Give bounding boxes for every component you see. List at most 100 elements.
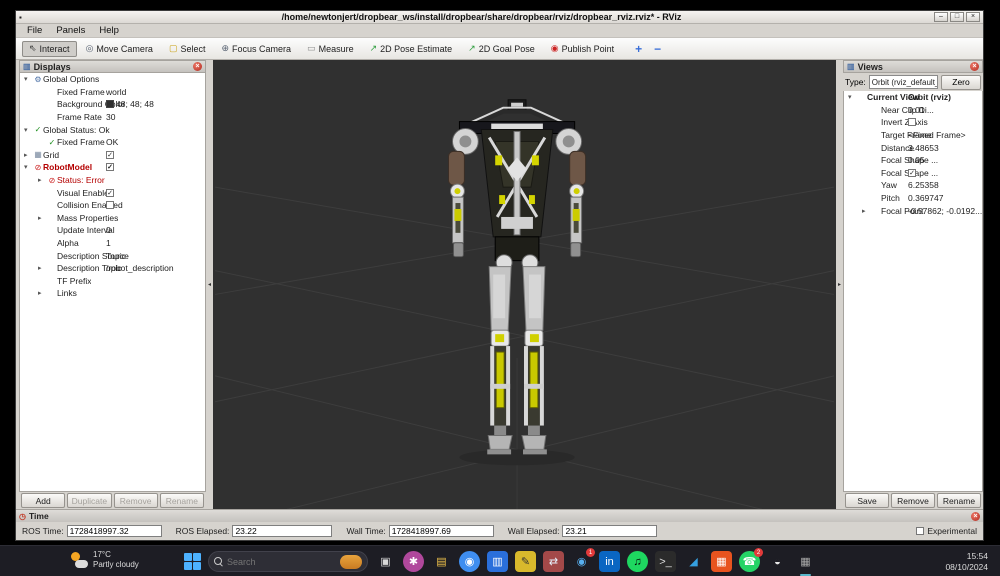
terminal-icon[interactable]: >_	[655, 551, 676, 572]
tree-row[interactable]: Update Interval 0	[20, 224, 205, 237]
experimental-checkbox[interactable]	[916, 527, 924, 535]
tree-row[interactable]: Background Color 48; 48; 48	[20, 98, 205, 111]
search-input[interactable]	[227, 557, 313, 567]
tree-row[interactable]: Distance 3.48653	[844, 141, 982, 154]
maximize-button[interactable]: □	[950, 12, 964, 22]
tree-row[interactable]: ▾ Current View Orbit (rviz)	[844, 91, 982, 104]
toolbar-button[interactable]: ↗ 2D Goal Pose	[461, 41, 542, 57]
panel-button[interactable]: Remove	[114, 493, 158, 508]
property-value[interactable]: 0.369747	[908, 193, 943, 203]
panel-button[interactable]: Save	[845, 493, 889, 508]
tree-row[interactable]: Collision Enabled	[20, 199, 205, 212]
experimental-toggle[interactable]: Experimental	[916, 526, 977, 536]
add-tool-button[interactable]: +	[635, 43, 642, 55]
time-panel-header[interactable]: ◷ Time ×	[16, 510, 983, 522]
property-value[interactable]: 1	[106, 238, 111, 248]
time-field-input[interactable]	[389, 525, 494, 537]
time-field-input[interactable]	[232, 525, 332, 537]
taskbar-clock[interactable]: 15:54 08/10/2024	[945, 551, 988, 572]
panel-button[interactable]: Add	[21, 493, 65, 508]
toolbar-button[interactable]: ▢ Select	[162, 41, 213, 57]
time-field-input[interactable]	[562, 525, 657, 537]
tree-row[interactable]: TF Prefix	[20, 275, 205, 288]
file-explorer-icon[interactable]: ▤	[431, 551, 452, 572]
tree-row[interactable]: Fixed Frame world	[20, 86, 205, 99]
linux-penguin-icon[interactable]: ◒	[767, 551, 788, 572]
expander-icon[interactable]: ▸	[862, 207, 871, 215]
right-splitter[interactable]: ▸	[836, 60, 843, 509]
tree-row[interactable]: ▸ Mass Properties	[20, 212, 205, 225]
property-value[interactable]: world	[106, 87, 126, 97]
property-checkbox[interactable]	[908, 118, 916, 126]
toolbar-button[interactable]: ⊕ Focus Camera	[214, 41, 298, 57]
toolbar-button[interactable]: ◎ Move Camera	[79, 41, 160, 57]
property-value[interactable]: 3.48653	[908, 143, 939, 153]
edge-profile-icon[interactable]: ◉ 1	[571, 551, 592, 572]
tree-row[interactable]: Yaw 6.25358	[844, 179, 982, 192]
collapse-right-icon[interactable]: ▸	[838, 281, 841, 288]
tree-row[interactable]: ▸ Focal Point -0.57862; -0.0192...	[844, 204, 982, 217]
search-highlight-icon[interactable]	[340, 555, 362, 569]
property-value[interactable]: 0	[106, 225, 111, 235]
displays-close-icon[interactable]: ×	[193, 62, 202, 71]
displays-panel-header[interactable]: ▥ Displays ×	[19, 60, 206, 73]
notes-app-icon[interactable]: ✎	[515, 551, 536, 572]
expander-icon[interactable]: ▾	[24, 75, 33, 83]
property-value[interactable]: 6.25358	[908, 180, 939, 190]
tree-row[interactable]: Frame Rate 30	[20, 111, 205, 124]
views-panel-header[interactable]: ▥ Views ×	[843, 60, 983, 73]
collapse-left-icon[interactable]: ◂	[208, 281, 211, 288]
tree-row[interactable]: ▸ Links	[20, 287, 205, 300]
property-checkbox[interactable]: ✓	[106, 189, 114, 197]
expander-icon[interactable]: ▸	[38, 264, 47, 272]
tree-row[interactable]: Focal Shape ... 0.05	[844, 154, 982, 167]
tree-row[interactable]: ▾ ⊘ RobotModel ✓	[20, 161, 205, 174]
toolbar-button[interactable]: ↗ 2D Pose Estimate	[363, 41, 460, 57]
property-value[interactable]: 0.05	[908, 155, 925, 165]
expander-icon[interactable]: ▾	[848, 93, 857, 101]
view-type-dropdown[interactable]: Orbit (rviz_default_ ▼	[869, 75, 938, 89]
tree-row[interactable]: Focal Shape ... ✓	[844, 167, 982, 180]
property-checkbox[interactable]	[106, 201, 114, 209]
browser-icon[interactable]: ◉	[459, 551, 480, 572]
property-value[interactable]: Orbit (rviz)	[908, 92, 951, 102]
tree-row[interactable]: Pitch 0.369747	[844, 192, 982, 205]
toolbar-button[interactable]: ⇖ Interact	[22, 41, 77, 57]
time-field-input[interactable]	[67, 525, 162, 537]
property-value[interactable]: 48; 48; 48	[116, 99, 154, 109]
views-close-icon[interactable]: ×	[970, 62, 979, 71]
tree-row[interactable]: Invert Z Axis	[844, 116, 982, 129]
spotify-icon[interactable]: ♫	[627, 551, 648, 572]
minimize-button[interactable]: –	[934, 12, 948, 22]
expander-icon[interactable]: ▸	[38, 176, 47, 184]
panel-button[interactable]: Rename	[160, 493, 204, 508]
property-checkbox[interactable]: ✓	[106, 163, 114, 171]
menu-item[interactable]: Panels	[49, 25, 92, 36]
expander-icon[interactable]: ▾	[24, 163, 33, 171]
tree-row[interactable]: ▾ ⚙ Global Options	[20, 73, 205, 86]
share-app-icon[interactable]: ⇄	[543, 551, 564, 572]
expander-icon[interactable]: ▸	[38, 214, 47, 222]
left-splitter[interactable]: ◂	[206, 60, 213, 509]
toolbar-button[interactable]: ▭ Measure	[300, 41, 361, 57]
expander-icon[interactable]: ▸	[24, 151, 33, 159]
expander-icon[interactable]: ▾	[24, 126, 33, 134]
menu-item[interactable]: Help	[92, 25, 126, 36]
microsoft-store-icon[interactable]: ▥	[487, 551, 508, 572]
remove-tool-button[interactable]: −	[654, 43, 661, 55]
tree-row[interactable]: Visual Enabled ✓	[20, 186, 205, 199]
tree-row[interactable]: ▸ ⊘ Status: Error	[20, 174, 205, 187]
property-value[interactable]: 0.01	[908, 105, 925, 115]
menu-item[interactable]: File	[20, 25, 49, 36]
tree-row[interactable]: Description Source Topic	[20, 249, 205, 262]
tree-row[interactable]: ▾ ✓ Global Status: Ok	[20, 123, 205, 136]
tree-row[interactable]: Near Clip Di... 0.01	[844, 104, 982, 117]
linkedin-icon[interactable]: in	[599, 551, 620, 572]
photos-app-icon[interactable]: ✱	[403, 551, 424, 572]
panel-button[interactable]: Remove	[891, 493, 935, 508]
weather-widget[interactable]: 17°C Partly cloudy	[70, 550, 139, 569]
property-value[interactable]: /robot_description	[106, 263, 174, 273]
task-view-icon[interactable]: ▣	[375, 551, 396, 572]
property-value[interactable]: -0.57862; -0.0192...	[908, 206, 982, 216]
color-swatch[interactable]	[106, 100, 114, 108]
